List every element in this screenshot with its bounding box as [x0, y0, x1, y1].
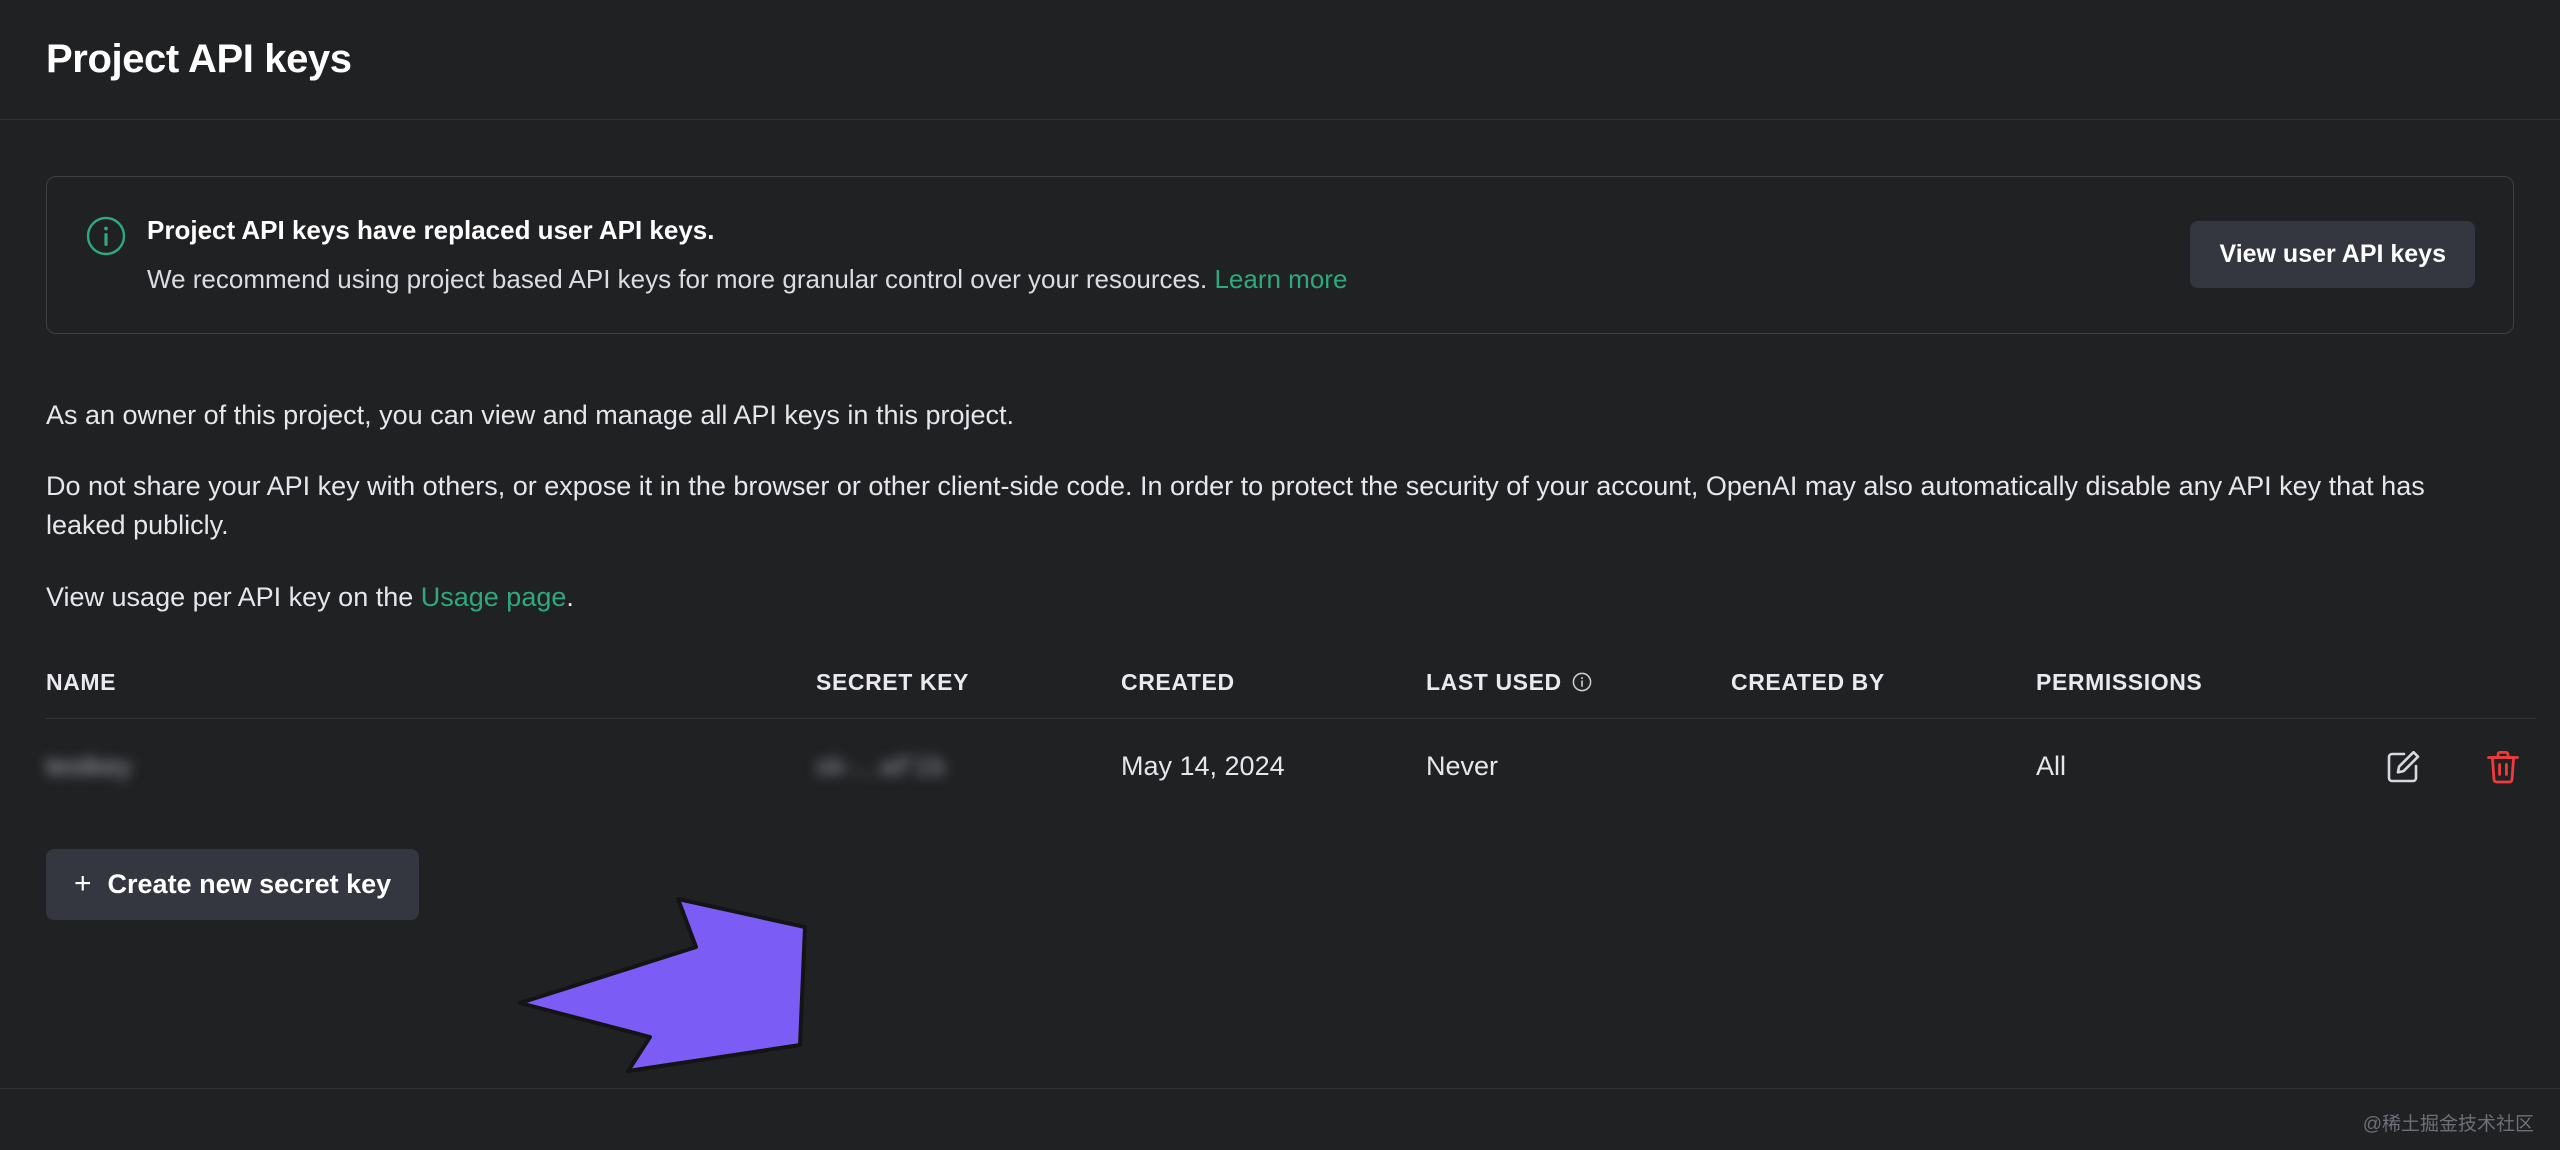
cell-permissions: All — [2036, 751, 2341, 782]
api-keys-table: NAME SECRET KEY CREATED LAST USED CREATE… — [46, 669, 2536, 815]
column-header-last-used-label: LAST USED — [1426, 669, 1562, 696]
paragraph-usage-link: View usage per API key on the Usage page… — [46, 578, 2476, 617]
column-header-created-by: CREATED BY — [1731, 669, 2036, 696]
usage-link-prefix: View usage per API key on the — [46, 582, 421, 612]
watermark: @稀土掘金技术社区 — [2363, 1109, 2534, 1136]
column-header-permissions: PERMISSIONS — [2036, 669, 2341, 696]
info-banner-text: Project API keys have replaced user API … — [147, 211, 2160, 297]
column-header-name: NAME — [46, 669, 816, 696]
info-banner: Project API keys have replaced user API … — [46, 176, 2514, 334]
table-row: testkey sk-...aF1b May 14, 2024 Never Al… — [46, 719, 2536, 815]
trash-icon[interactable] — [2484, 748, 2522, 786]
info-banner-body-text: We recommend using project based API key… — [147, 264, 1214, 294]
footer-bar — [0, 1088, 2560, 1150]
paragraph-security-warning: Do not share your API key with others, o… — [46, 467, 2476, 545]
usage-link-suffix: . — [566, 582, 574, 612]
info-banner-heading: Project API keys have replaced user API … — [147, 213, 2160, 248]
page-content: Project API keys have replaced user API … — [0, 120, 2560, 920]
purple-pointer-arrow — [500, 895, 810, 1075]
cell-created-date: May 14, 2024 — [1121, 751, 1426, 782]
edit-pencil-icon[interactable] — [2384, 748, 2422, 786]
create-new-secret-key-label: Create new secret key — [108, 869, 392, 900]
info-circle-icon[interactable] — [1571, 671, 1593, 693]
column-header-secret-key: SECRET KEY — [816, 669, 1121, 696]
column-header-last-used: LAST USED — [1426, 669, 1731, 696]
page-header: Project API keys — [0, 0, 2560, 120]
cell-row-actions — [2341, 748, 2536, 786]
create-new-secret-key-button[interactable]: + Create new secret key — [46, 849, 419, 920]
paragraph-owner-notice: As an owner of this project, you can vie… — [46, 396, 2476, 435]
redacted-secret-key: sk-...aF1b — [816, 751, 946, 782]
page-title: Project API keys — [46, 37, 352, 82]
cell-key-name: testkey — [46, 751, 816, 782]
info-banner-body: We recommend using project based API key… — [147, 262, 2160, 297]
info-banner-action: View user API keys — [2190, 221, 2475, 288]
table-header-row: NAME SECRET KEY CREATED LAST USED CREATE… — [46, 669, 2536, 719]
api-keys-page: Project API keys Project API keys have r… — [0, 0, 2560, 1150]
cell-last-used: Never — [1426, 751, 1731, 782]
description-block: As an owner of this project, you can vie… — [46, 396, 2514, 617]
info-circle-icon — [85, 215, 127, 257]
column-header-created: CREATED — [1121, 669, 1426, 696]
view-user-api-keys-button[interactable]: View user API keys — [2190, 221, 2475, 288]
plus-icon: + — [74, 869, 92, 899]
create-key-section: + Create new secret key — [46, 849, 2514, 920]
learn-more-link[interactable]: Learn more — [1214, 264, 1347, 294]
cell-secret-key: sk-...aF1b — [816, 751, 1121, 782]
usage-page-link[interactable]: Usage page — [421, 582, 567, 612]
redacted-key-name: testkey — [46, 751, 132, 782]
